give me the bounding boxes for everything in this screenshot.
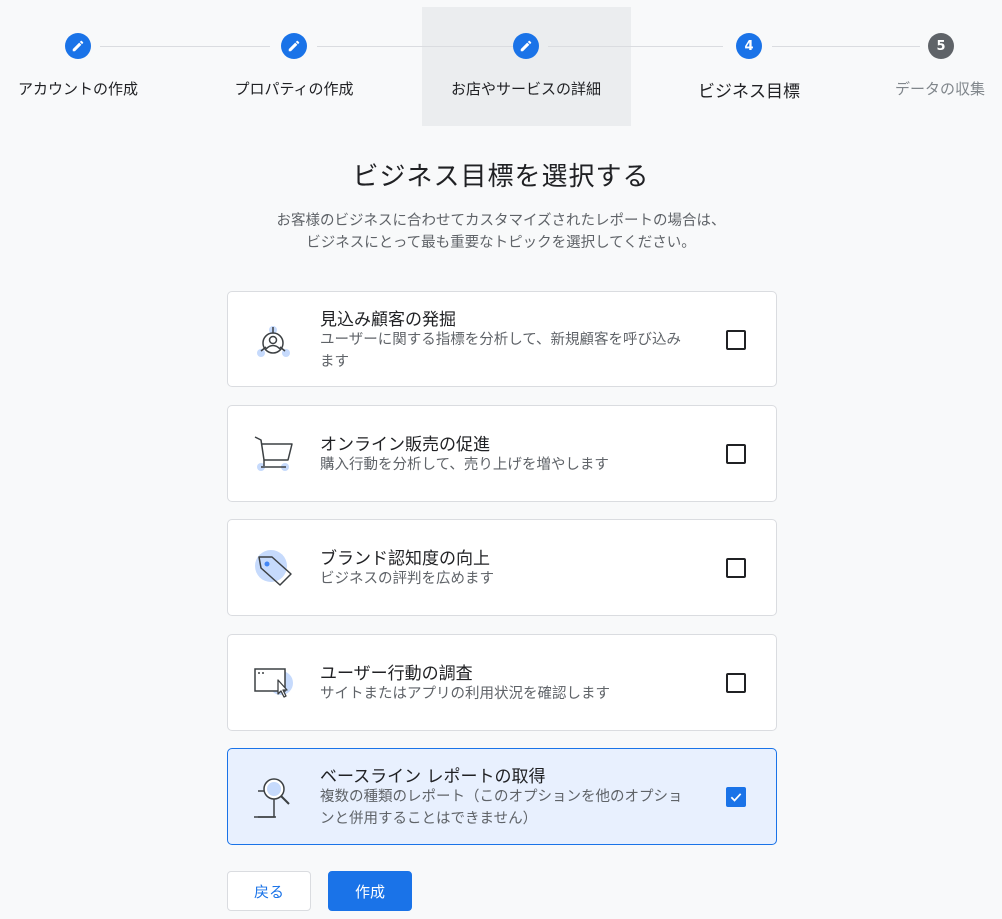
step-4-indicator: 4	[736, 33, 762, 59]
option-card-online-sales[interactable]: オンライン販売の促進 購入行動を分析して、売り上げを増やします	[227, 405, 777, 502]
back-button[interactable]: 戻る	[227, 871, 311, 911]
step-1-label[interactable]: アカウントの作成	[18, 78, 138, 99]
option-description: サイトまたはアプリの利用状況を確認します	[320, 683, 720, 705]
step-connector	[100, 46, 270, 47]
description-line: ンと併用することはできません）	[320, 811, 538, 827]
magnifier-report-icon	[250, 773, 298, 821]
step-2-label[interactable]: プロパティの作成	[234, 78, 353, 99]
pencil-icon	[72, 40, 84, 52]
description-line: ユーザーに関する指標を分析して、新規顧客を呼び込み	[320, 332, 682, 348]
option-card-lead-generation[interactable]: 見込み顧客の発掘 ユーザーに関する指標を分析して、新規顧客を呼び込み ます	[227, 291, 777, 387]
option-card-user-behavior[interactable]: ユーザー行動の調査 サイトまたはアプリの利用状況を確認します	[227, 634, 777, 731]
step-3-edit-button[interactable]	[513, 33, 539, 59]
description-line: 複数の種類のレポート（このオプションを他のオプショ	[320, 789, 683, 805]
option-title: ブランド認知度の向上	[320, 549, 490, 569]
option-title: 見込み顧客の発掘	[320, 310, 456, 330]
description-line: ビジネスの評判を広めます	[320, 571, 494, 587]
description-line: サイトまたはアプリの利用状況を確認します	[320, 686, 610, 702]
step-connector	[548, 46, 723, 47]
step-3-label[interactable]: お店やサービスの詳細	[451, 78, 601, 99]
step-4-label: ビジネス目標	[698, 82, 800, 102]
user-behavior-checkbox[interactable]	[726, 673, 746, 693]
step-1-edit-button[interactable]	[65, 33, 91, 59]
step-5-indicator: 5	[928, 33, 954, 59]
pencil-icon	[288, 40, 300, 52]
step-5-label: データの収集	[895, 80, 986, 98]
brand-awareness-checkbox[interactable]	[726, 558, 746, 578]
tag-icon	[250, 544, 298, 592]
option-description: ユーザーに関する指標を分析して、新規顧客を呼び込み ます	[320, 329, 720, 373]
shopping-cart-icon	[250, 430, 298, 478]
checkmark-icon	[730, 793, 742, 802]
step-hover-highlight	[422, 7, 631, 126]
option-title: ユーザー行動の調査	[320, 664, 473, 684]
option-card-brand-awareness[interactable]: ブランド認知度の向上 ビジネスの評判を広めます	[227, 519, 777, 616]
progress-stepper: アカウントの作成 プロパティの作成 お店やサービスの詳細 4 ビジネス目標 5 …	[0, 0, 1002, 130]
user-network-icon	[250, 316, 298, 364]
description-line-1: お客様のビジネスに合わせてカスタマイズされたレポートの場合は、	[276, 213, 726, 229]
option-description: 購入行動を分析して、売り上げを増やします	[320, 454, 720, 476]
option-description: 複数の種類のレポート（このオプションを他のオプショ ンと併用することはできません…	[320, 786, 720, 830]
step-2-edit-button[interactable]	[281, 33, 307, 59]
lead-generation-checkbox[interactable]	[726, 330, 746, 350]
browser-cursor-icon	[250, 659, 298, 707]
create-button[interactable]: 作成	[328, 871, 412, 911]
step-connector	[772, 46, 920, 47]
description-line: ます	[320, 354, 349, 370]
description-line: 購入行動を分析して、売り上げを増やします	[320, 457, 609, 473]
page-description: お客様のビジネスに合わせてカスタマイズされたレポートの場合は、 ビジネスにとって…	[0, 210, 1002, 254]
pencil-icon	[520, 40, 532, 52]
description-line-2: ビジネスにとって最も重要なトピックを選択してください。	[306, 235, 696, 251]
online-sales-checkbox[interactable]	[726, 444, 746, 464]
baseline-reports-checkbox[interactable]	[726, 787, 746, 807]
option-title: ベースライン レポートの取得	[320, 767, 546, 787]
step-connector	[317, 46, 513, 47]
option-title: オンライン販売の促進	[320, 435, 490, 455]
option-description: ビジネスの評判を広めます	[320, 568, 720, 590]
page-title: ビジネス目標を選択する	[352, 162, 650, 192]
option-card-baseline-reports[interactable]: ベースライン レポートの取得 複数の種類のレポート（このオプションを他のオプショ…	[227, 748, 777, 845]
